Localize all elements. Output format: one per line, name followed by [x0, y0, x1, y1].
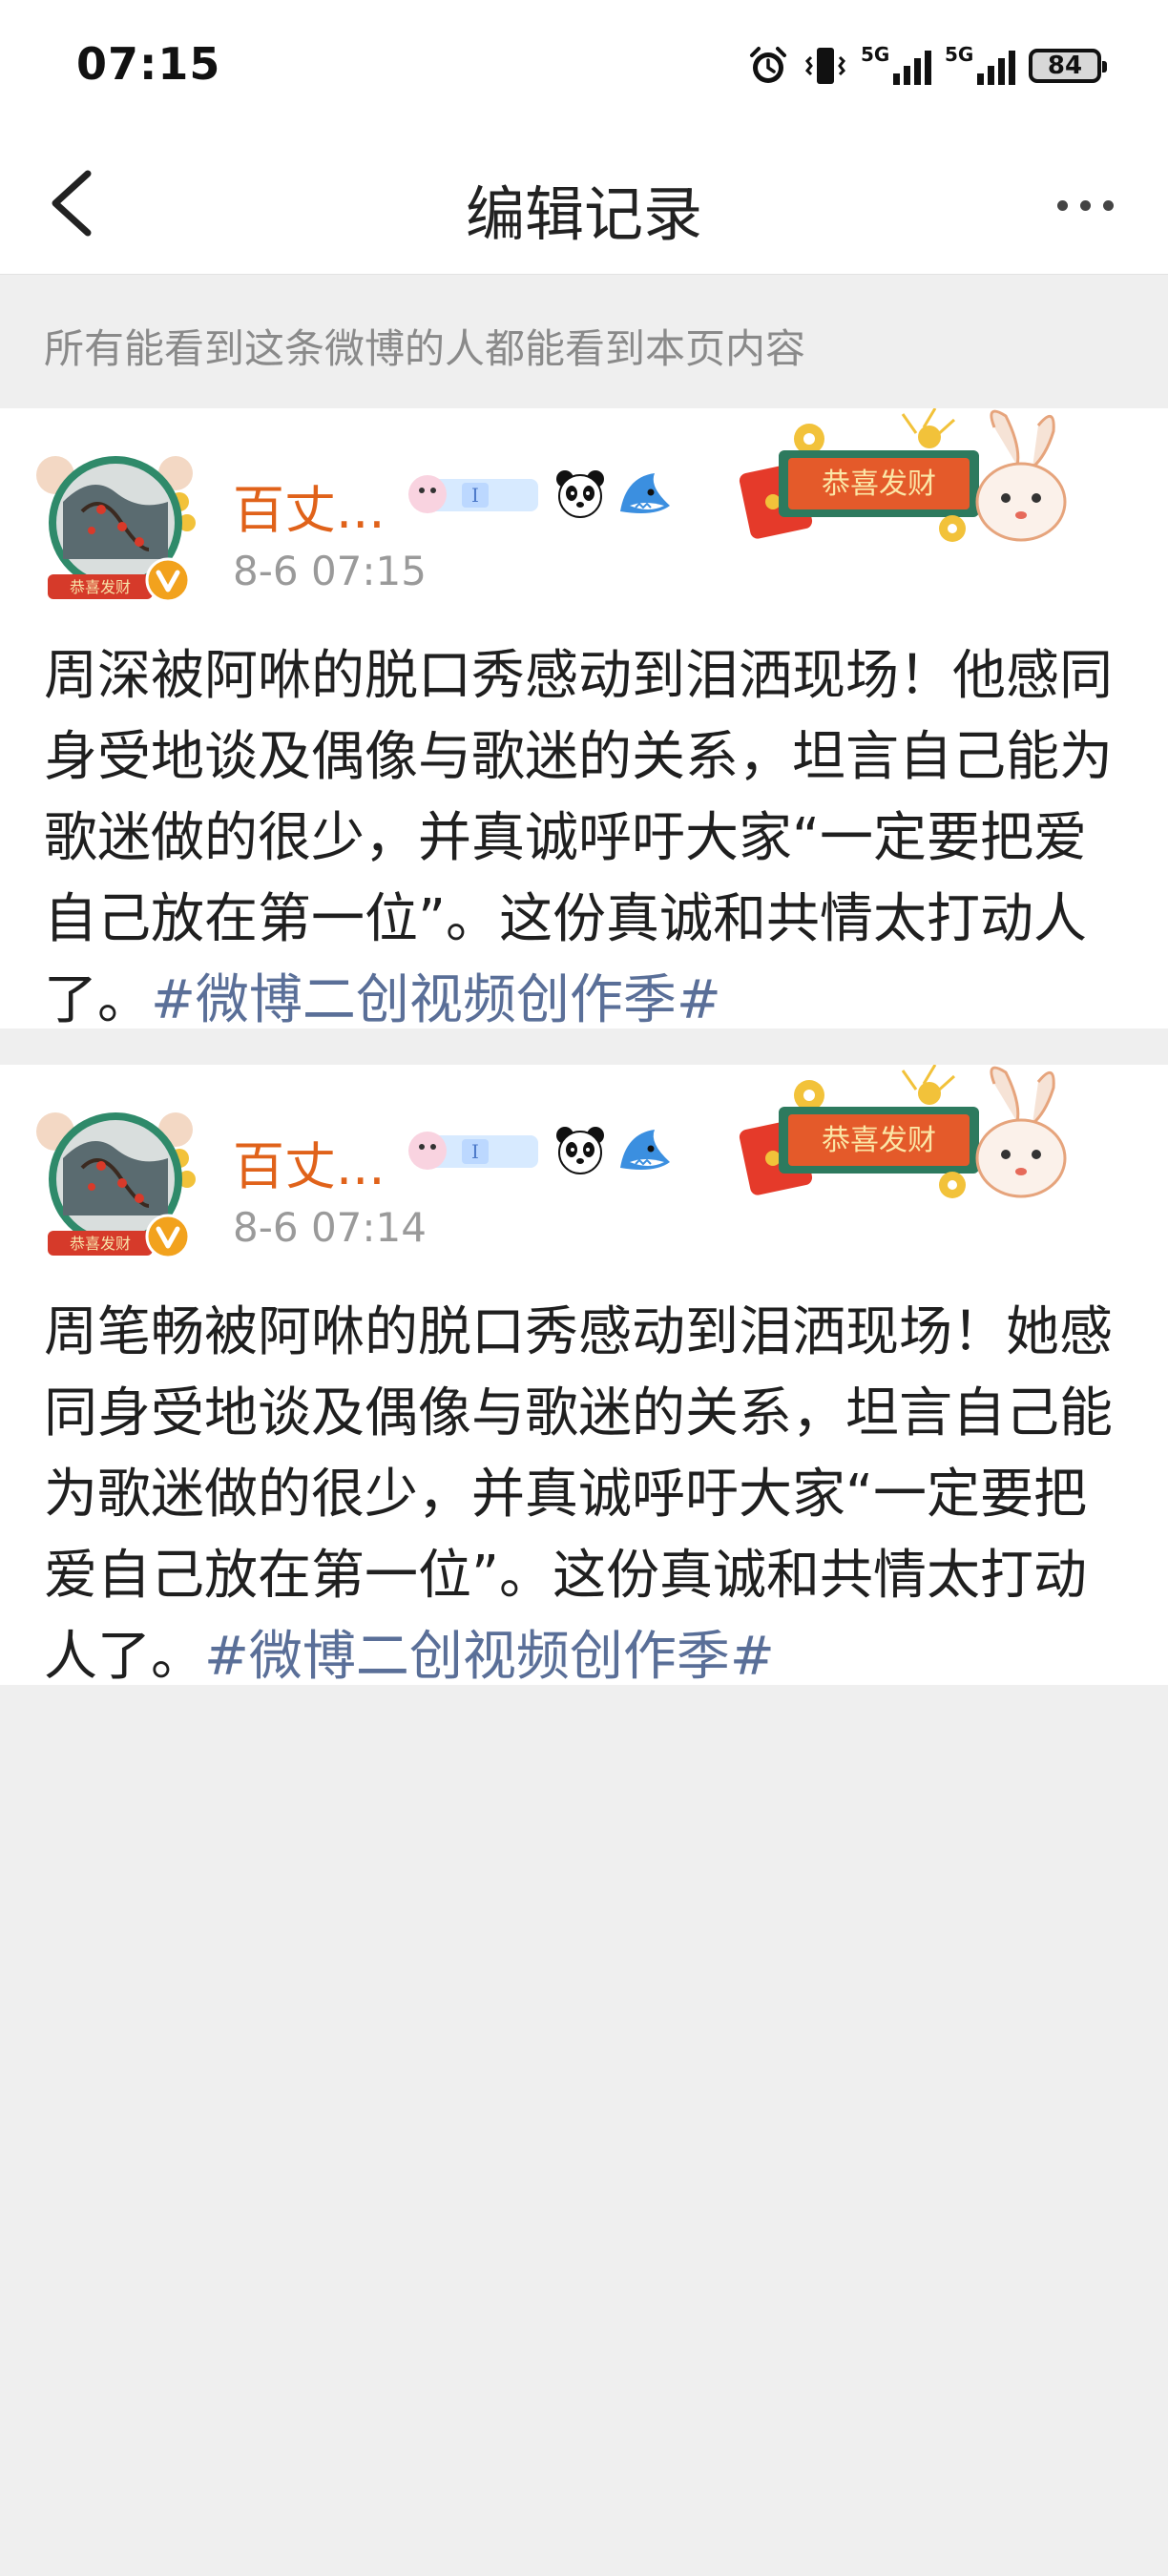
network-type: 5G [945, 43, 974, 66]
edit-record-card: 恭喜发财 百丈... I [0, 1065, 1168, 1688]
svg-text:I: I [471, 484, 479, 507]
battery-level: 84 [1047, 52, 1083, 80]
topic-link[interactable]: #微博二创视频创作季# [151, 969, 721, 1031]
status-bar: 07:15 5G 5G 84 [0, 0, 1168, 134]
post-time: 8-6 07:14 [233, 1204, 427, 1251]
fan-badge-icon: I [408, 1132, 538, 1170]
network-type: 5G [861, 43, 890, 66]
user-badges: I [407, 466, 674, 523]
status-time: 07:15 [76, 38, 221, 90]
card-decoration: 恭喜发财 [739, 1065, 1067, 1198]
post-text: 周笔畅被阿咻的脱口秀感动到泪洒现场！她感同身受地谈及偶像与歌迷的关系，坦言自己能… [44, 1292, 1132, 1698]
avatar[interactable]: 恭喜发财 [34, 1091, 197, 1263]
post-text: 周深被阿咻的脱口秀感动到泪洒现场！他感同身受地谈及偶像与歌迷的关系，坦言自己能为… [44, 635, 1132, 1042]
status-icons: 5G 5G 84 [746, 42, 1107, 90]
edit-record-card: 恭喜发财 百丈... I [0, 408, 1168, 1031]
username[interactable]: 百丈... [233, 467, 386, 543]
notice-text: 所有能看到这条微博的人都能看到本页内容 [44, 325, 806, 372]
panda-icon [556, 470, 604, 518]
page-title: 编辑记录 [465, 179, 702, 249]
signal-icon: 5G [945, 43, 1015, 85]
nav-bar: 编辑记录 [0, 134, 1168, 275]
vibrate-icon [804, 48, 846, 84]
fan-badge-icon: I [408, 475, 538, 513]
avatar-image: 恭喜发财 [36, 1112, 196, 1259]
battery-icon: 84 [1029, 49, 1107, 83]
more-icon [1056, 199, 1068, 211]
shark-icon [620, 473, 670, 513]
alarm-icon [750, 47, 786, 83]
avatar-badge-text: 恭喜发财 [70, 578, 131, 596]
shark-icon [620, 1130, 670, 1170]
decor-text: 恭喜发财 [822, 467, 936, 501]
card-decoration: 恭喜发财 [739, 408, 1067, 542]
svg-text:I: I [471, 1140, 479, 1163]
post-time: 8-6 07:15 [233, 548, 427, 594]
more-button[interactable] [1042, 172, 1128, 239]
panda-icon [556, 1127, 604, 1174]
signal-icon: 5G [861, 43, 931, 85]
decor-text: 恭喜发财 [822, 1124, 936, 1157]
username[interactable]: 百丈... [233, 1124, 386, 1199]
visibility-notice: 所有能看到这条微博的人都能看到本页内容 [0, 275, 1168, 408]
avatar-badge-text: 恭喜发财 [70, 1235, 131, 1253]
user-badges: I [407, 1122, 674, 1179]
avatar-image: 恭喜发财 [36, 456, 196, 603]
topic-link[interactable]: #微博二创视频创作季# [204, 1626, 775, 1688]
avatar[interactable]: 恭喜发财 [34, 435, 197, 607]
